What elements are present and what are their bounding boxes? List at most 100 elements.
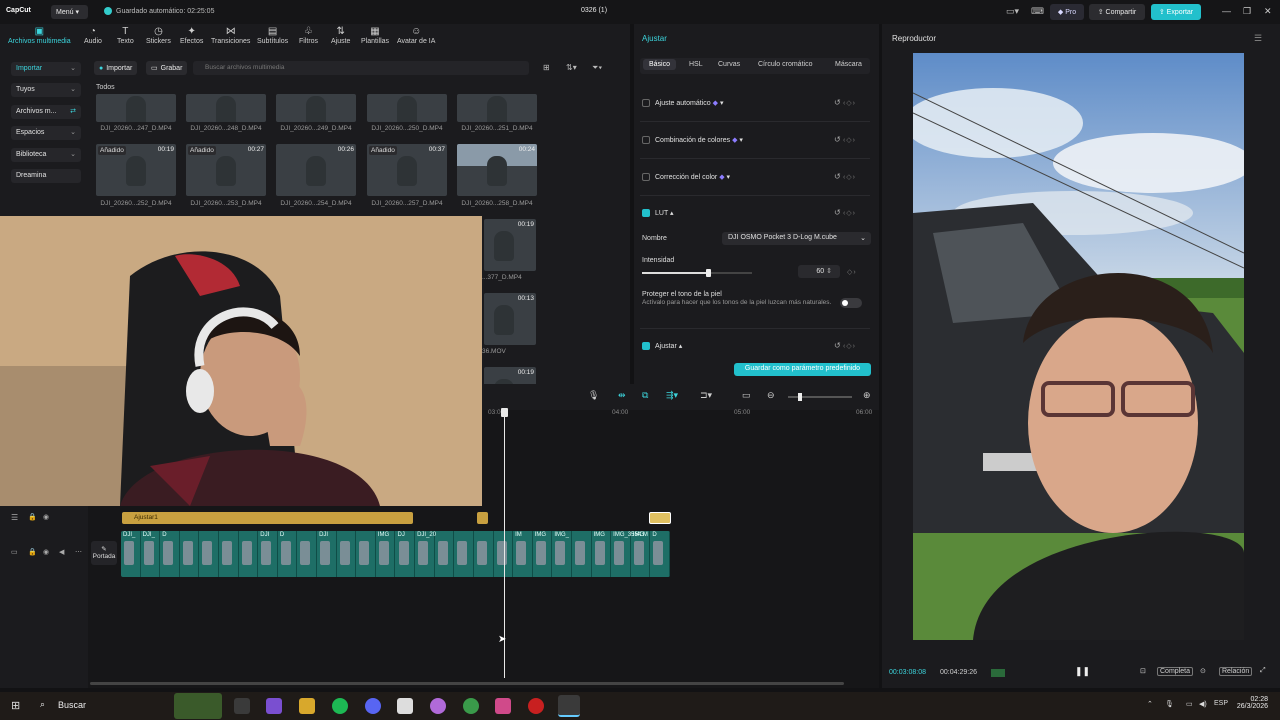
sidebar-item-spaces[interactable]: Espacios ⌄ [11,126,81,140]
copilot-icon[interactable] [266,698,282,714]
media-thumbnail[interactable] [186,94,266,122]
video-clip[interactable]: IMG_3554.M [611,531,648,577]
color-correction-checkbox[interactable] [642,173,650,181]
zoom-thumb[interactable] [798,393,802,401]
project-title[interactable]: 0326 (1) [560,7,628,14]
video-clip[interactable] [239,531,259,577]
tab-text[interactable]: T Texto [117,26,134,45]
link-icon[interactable]: ⧉ [642,390,648,401]
import-button[interactable]: ● Importar [94,61,138,75]
sidebar-item-library[interactable]: Biblioteca ⌄ [11,148,81,162]
tab-color-wheel[interactable]: Círculo cromático [758,61,812,68]
spotify-icon[interactable] [332,698,348,714]
video-clip[interactable]: IM [513,531,533,577]
lut-checkbox[interactable] [642,209,650,217]
video-clip[interactable] [337,531,357,577]
volume-tray-icon[interactable]: ◀) [1199,700,1207,708]
video-clip[interactable]: DJI [258,531,278,577]
video-clip[interactable]: D [650,531,670,577]
full-quality-button[interactable]: Completa [1157,667,1193,676]
share-button[interactable]: ⇪ Compartir [1089,4,1145,20]
pause-icon[interactable]: ❚❚ [1075,666,1090,677]
tab-audio[interactable]: ◔ Audio [84,26,102,45]
media-thumbnail[interactable]: Añadido 00:27 [186,144,266,196]
video-clip[interactable]: IMG [376,531,396,577]
tab-hsl[interactable]: HSL [689,61,703,68]
intensity-slider[interactable] [642,269,752,277]
color-match-checkbox[interactable] [642,136,650,144]
video-clip[interactable]: DJI_ [141,531,161,577]
adjust-layer-clip-selected[interactable] [649,512,671,524]
tab-transitions[interactable]: ⋈ Transiciones [211,26,250,45]
split-icon[interactable]: ⊐▾ [700,390,712,401]
microphone-icon[interactable]: 🎙 [588,390,599,401]
cover-button[interactable]: ✎ Portada [91,541,117,565]
more-icon[interactable]: ⋯ [75,548,82,556]
video-clip[interactable] [297,531,318,577]
volume-icon[interactable]: ◀ [59,548,64,556]
fullscreen-icon[interactable]: ⤢ [1260,667,1266,675]
media-thumbnail[interactable] [367,94,447,122]
media-thumbnail[interactable]: 00:19 [484,219,536,271]
chevron-up-icon[interactable]: ⌃ [1147,700,1153,708]
caption-icon[interactable]: ▭ [742,390,751,401]
zoom-slider[interactable] [788,393,852,401]
intensity-input[interactable]: 60 ⇕ [798,265,840,278]
save-preset-button[interactable]: Guardar como parámetro predefinido [734,363,871,376]
skin-tone-toggle[interactable] [840,298,862,308]
app-icon[interactable] [495,698,511,714]
crop-icon[interactable]: ⊡ [1140,667,1146,675]
tab-ai-avatar[interactable]: ☺ Avatar de IA [397,26,435,45]
capcut-taskbar-icon[interactable] [397,698,413,714]
reset-icon[interactable]: ↺ ‹◇› [834,98,856,107]
tab-filters[interactable]: ♧ Filtros [299,26,318,45]
slider-thumb[interactable] [706,269,711,277]
time-ruler[interactable]: 03:00 04:00 05:00 06:00 [484,406,879,418]
playhead-handle[interactable] [501,408,508,417]
tab-subtitles[interactable]: ▤ Subtítulos [257,26,288,45]
search-input[interactable]: Buscar archivos multimedia [193,61,529,75]
lock-icon[interactable]: 🔒 [28,513,37,521]
record-button[interactable]: ▭ Grabar [146,61,188,75]
video-clip[interactable] [435,531,455,577]
video-clip[interactable]: DJI_20 [415,531,436,577]
sort-icon[interactable]: ⇅▾ [566,63,577,72]
ratio-button[interactable]: Relación [1219,667,1253,676]
media-thumbnail[interactable] [96,94,176,122]
media-thumbnail[interactable]: Añadido 00:19 [96,144,176,196]
zoom-in-icon[interactable]: ⊕ [863,390,871,401]
reset-icon[interactable]: ↺ ‹◇› [834,172,856,181]
tab-media[interactable]: ▣ Archivos multimedia [8,26,71,45]
capcut-active-icon[interactable] [558,695,580,717]
focus-icon[interactable]: ⊙ [1200,667,1206,675]
layout-icon[interactable]: ▭▾ [1006,6,1019,17]
obs-icon[interactable] [528,698,544,714]
video-clip[interactable]: D [278,531,298,577]
tab-stickers[interactable]: ◷ Stickers [146,26,171,45]
media-thumbnail[interactable] [276,94,356,122]
lock-icon[interactable]: 🔒 [28,548,37,556]
reset-icon[interactable]: ↺ ‹◇› [834,135,856,144]
adjust-layer-checkbox[interactable] [642,342,650,350]
horizontal-scrollbar[interactable] [90,682,844,685]
reset-icon[interactable]: ↺ ‹◇› [834,208,856,217]
taskbar-search[interactable]: ⌕ Buscar [36,695,170,717]
tab-basic[interactable]: Básico [643,59,677,70]
sidebar-item-dreamina[interactable]: Dreamina [11,169,81,183]
menu-icon[interactable]: ☰ [1254,33,1262,44]
tab-curves[interactable]: Curvas [718,61,740,68]
video-clip[interactable]: IMG [533,531,553,577]
windows-start-icon[interactable]: ⊞ [11,700,23,712]
menu-button[interactable]: Menú ▾ [51,5,88,19]
magnet-icon[interactable]: ⇹ [618,390,626,401]
media-thumbnail[interactable]: 00:13 [484,293,536,345]
preview-axis-icon[interactable]: ⇶▾ [666,390,678,401]
video-clip[interactable] [219,531,239,577]
stepper-icon[interactable]: ⇕ [826,268,832,275]
video-clip[interactable] [199,531,220,577]
filter-icon[interactable]: ⏷▾ [592,63,602,73]
tab-templates[interactable]: ▦ Plantillas [361,26,389,45]
close-icon[interactable]: ✕ [1264,6,1272,17]
eye-icon[interactable]: ◉ [43,548,49,556]
zoom-out-icon[interactable]: ⊖ [767,390,775,401]
